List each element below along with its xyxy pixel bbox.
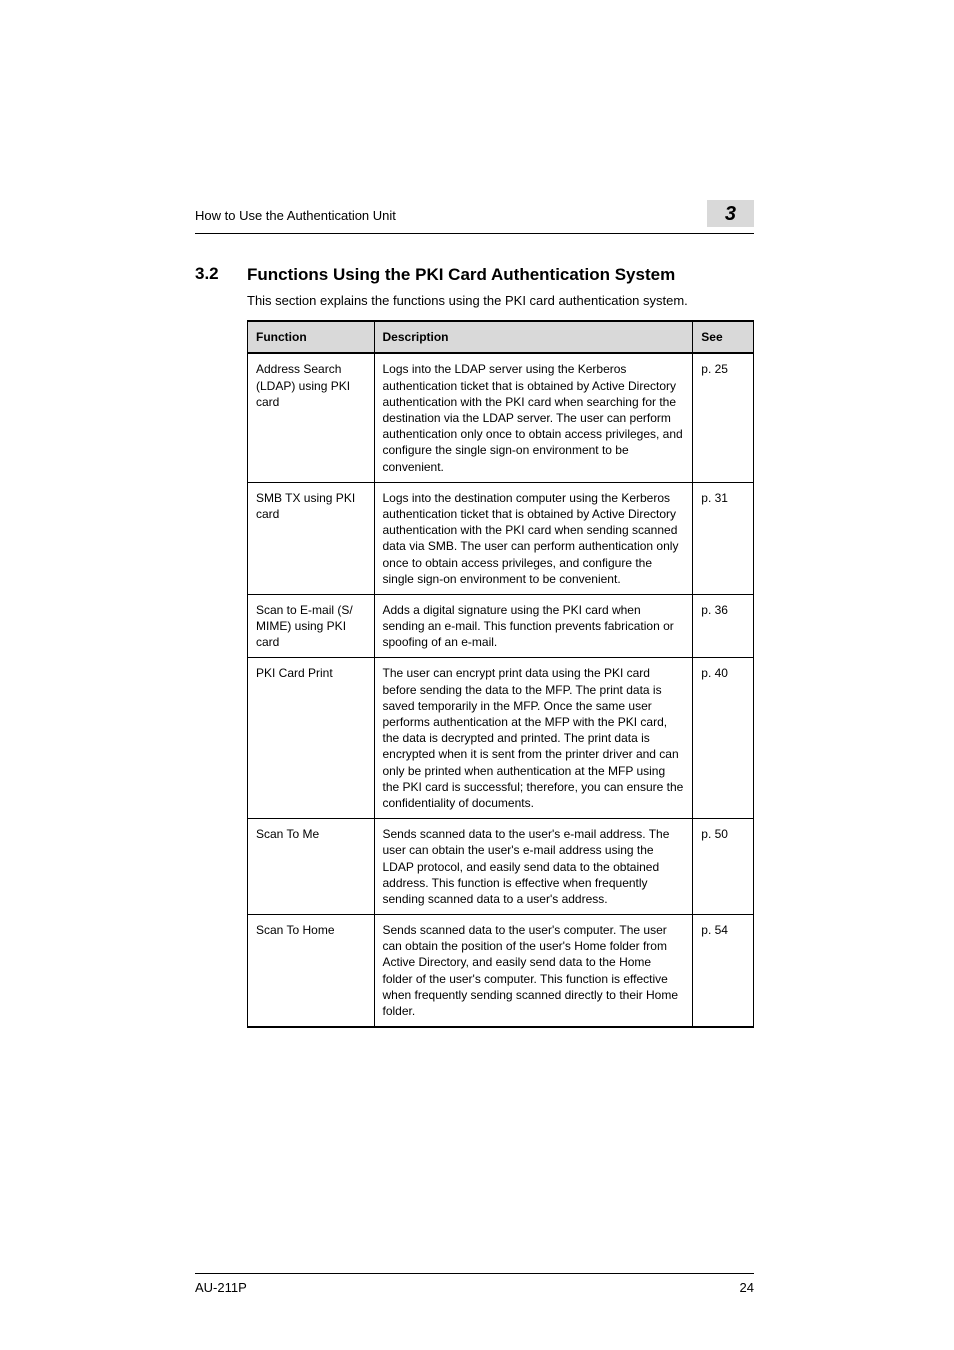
- cell-function: Scan to E-mail (S/ MIME) using PKI card: [248, 594, 375, 658]
- cell-see: p. 54: [693, 915, 754, 1028]
- functions-table: Function Description See Address Search …: [247, 320, 754, 1028]
- table-row: PKI Card Print The user can encrypt prin…: [248, 658, 754, 819]
- cell-function: Scan To Me: [248, 819, 375, 915]
- footer-divider: [195, 1273, 754, 1274]
- cell-see: p. 31: [693, 482, 754, 594]
- chapter-number-badge: 3: [707, 200, 754, 227]
- table-header-see: See: [693, 321, 754, 353]
- footer-model: AU-211P: [195, 1280, 247, 1295]
- table-row: Scan To Home Sends scanned data to the u…: [248, 915, 754, 1028]
- table-row: SMB TX using PKI card Logs into the dest…: [248, 482, 754, 594]
- cell-function: Scan To Home: [248, 915, 375, 1028]
- cell-see: p. 50: [693, 819, 754, 915]
- cell-see: p. 25: [693, 353, 754, 482]
- table-row: Address Search (LDAP) using PKI card Log…: [248, 353, 754, 482]
- cell-description: Sends scanned data to the user's e-mail …: [374, 819, 693, 915]
- cell-function: PKI Card Print: [248, 658, 375, 819]
- table-row: Scan To Me Sends scanned data to the use…: [248, 819, 754, 915]
- page-footer: AU-211P 24: [195, 1273, 754, 1295]
- cell-description: Logs into the destination computer using…: [374, 482, 693, 594]
- cell-description: Sends scanned data to the user's compute…: [374, 915, 693, 1028]
- cell-see: p. 36: [693, 594, 754, 658]
- table-header-row: Function Description See: [248, 321, 754, 353]
- cell-function: SMB TX using PKI card: [248, 482, 375, 594]
- table-header-description: Description: [374, 321, 693, 353]
- table-row: Scan to E-mail (S/ MIME) using PKI card …: [248, 594, 754, 658]
- section-title: Functions Using the PKI Card Authenticat…: [247, 264, 754, 285]
- cell-description: Logs into the LDAP server using the Kerb…: [374, 353, 693, 482]
- cell-description: The user can encrypt print data using th…: [374, 658, 693, 819]
- table-header-function: Function: [248, 321, 375, 353]
- running-header: How to Use the Authentication Unit 3: [195, 200, 754, 227]
- section-number: 3.2: [195, 264, 225, 284]
- footer-page-number: 24: [740, 1280, 754, 1295]
- section-intro: This section explains the functions usin…: [247, 293, 754, 308]
- document-page: How to Use the Authentication Unit 3 3.2…: [0, 0, 954, 1350]
- running-title: How to Use the Authentication Unit: [195, 208, 396, 227]
- header-divider: [195, 233, 754, 234]
- cell-description: Adds a digital signature using the PKI c…: [374, 594, 693, 658]
- cell-see: p. 40: [693, 658, 754, 819]
- section-block: 3.2 Functions Using the PKI Card Authent…: [195, 264, 754, 1028]
- section-body: Functions Using the PKI Card Authenticat…: [247, 264, 754, 1028]
- cell-function: Address Search (LDAP) using PKI card: [248, 353, 375, 482]
